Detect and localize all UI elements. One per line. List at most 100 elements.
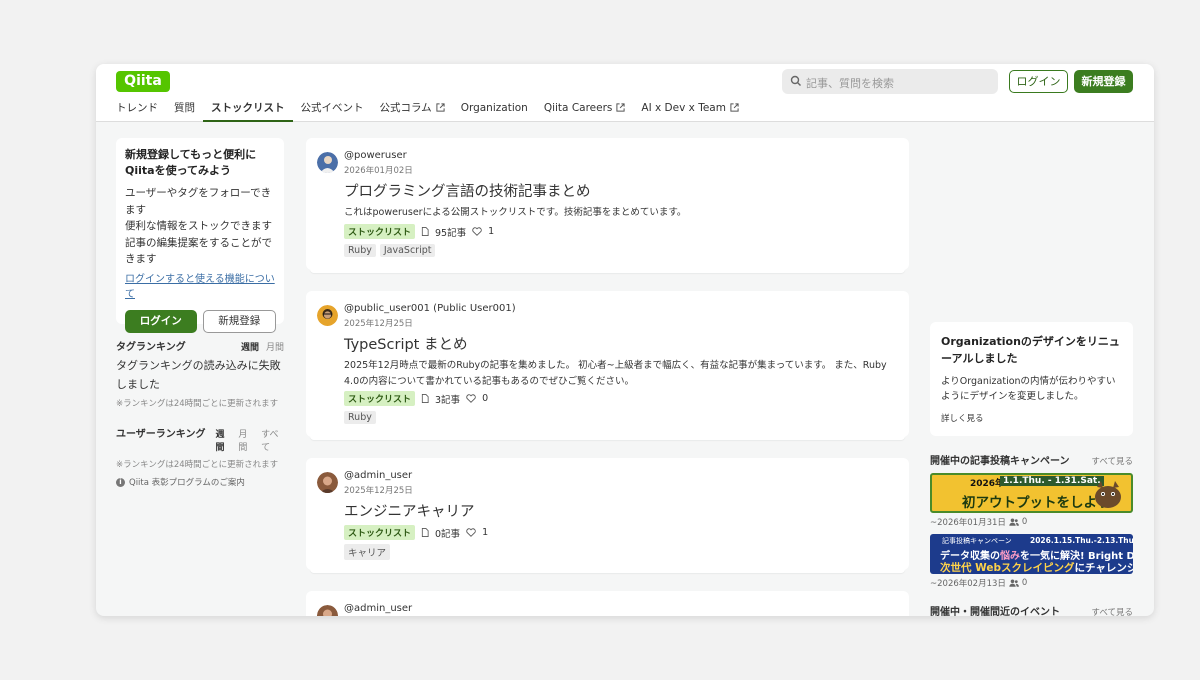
tag-ranking-error: タグランキングの読み込みに失敗しました [116, 359, 281, 391]
info-icon: i [116, 477, 125, 487]
card-description: これはpoweruserによる公開ストックリストです。技術記事をまとめています。 [344, 207, 687, 218]
tag-chip[interactable]: JavaScript [379, 244, 436, 257]
qiita-logo[interactable]: Qiita [116, 71, 170, 92]
right-sidebar: Organizationのデザインをリニューアルしました よりOrganizat… [930, 322, 1133, 616]
card-title[interactable]: TypeScript まとめ [344, 333, 467, 354]
card-meta: ストックリスト 0記事 1 [344, 525, 488, 540]
campaign-title: 開催中の記事投稿キャンペーン [930, 456, 1070, 467]
user-ranking-tab-all[interactable]: すべて [261, 427, 284, 453]
tag-chip[interactable]: キャリア [344, 544, 391, 560]
organization-announcement[interactable]: Organizationのデザインをリニューアルしました よりOrganizat… [930, 322, 1133, 436]
card-meta: ストックリスト 3記事 0 [344, 391, 488, 406]
card-stack-edge [310, 569, 905, 573]
user-ranking-note: ※ランキングは24時間ごとに更新されます [116, 460, 279, 470]
nav-questions[interactable]: 質問 [174, 101, 195, 122]
signup-button[interactable]: 新規登録 [1074, 70, 1133, 93]
stocklist-card[interactable]: @admin_user 2025年12月25日 エンジニアキャリア ストックリス… [306, 458, 909, 573]
article-count: 3記事 [435, 394, 461, 406]
stocklist-badge: ストックリスト [344, 525, 416, 540]
nav-qiita-careers[interactable]: Qiita Careers [544, 101, 626, 122]
banner-line-2c: にチャレンジ [1074, 562, 1133, 574]
stocklist-card[interactable]: @poweruser 2026年01月02日 プログラミング言語の技術記事まとめ… [306, 138, 909, 273]
external-link-icon [616, 103, 625, 112]
left-sidebar: 新規登録してもっと便利にQiitaを使ってみよう ユーザーやタグをフォローできま… [116, 138, 284, 488]
like-count: 0 [482, 393, 489, 404]
external-link-icon [436, 103, 445, 112]
nav-stocklists[interactable]: ストックリスト [203, 101, 293, 122]
nav-organization-label: Organization [460, 102, 528, 114]
events-see-all[interactable]: すべて見る [1091, 606, 1133, 616]
card-tags: Ruby [344, 411, 376, 424]
campaign-banner-first-output[interactable]: 2026年! 1.1.Thu. - 1.31.Sat. 初アウトプットをしよう [930, 473, 1133, 513]
nav-organization[interactable]: Organization [461, 101, 528, 122]
search-input[interactable]: 記事、質問を検索 [782, 69, 998, 94]
document-icon [421, 528, 429, 537]
user-avatar[interactable] [317, 472, 338, 493]
events-header: 開催中・開催間近のイベント すべて見る [930, 603, 1133, 616]
campaign-banner-bright-data[interactable]: 記事投稿キャンペーン 2026.1.15.Thu.-2.13.Thu. データ収… [930, 534, 1133, 574]
nav-official-events-label: 公式イベント [300, 102, 364, 114]
card-title[interactable]: エンジニアキャリア [344, 500, 475, 521]
tag-chip[interactable]: Ruby [344, 411, 376, 424]
benefit-edit: 記事の編集提案をすることができます [125, 236, 272, 266]
campaign-participants: 0 [1021, 517, 1028, 527]
card-username[interactable]: @admin_user [344, 470, 412, 481]
user-avatar[interactable] [317, 305, 338, 326]
nav-official-column[interactable]: 公式コラム [380, 101, 445, 122]
org-announcement-link[interactable]: 詳しく見る [941, 412, 1122, 424]
benefit-stock: 便利な情報をストックできます [125, 220, 272, 232]
sidebar-login-button[interactable]: ログイン [125, 309, 197, 333]
org-announcement-title: Organizationのデザインをリニューアルしました [941, 335, 1120, 365]
mascot-illustration [1095, 481, 1121, 508]
nav-trend[interactable]: トレンド [116, 101, 158, 122]
banner-dates: 2026.1.15.Thu.-2.13.Thu. [1030, 536, 1133, 545]
signup-card-body: ユーザーやタグをフォローできます 便利な情報をストックできます 記事の編集提案を… [125, 185, 276, 268]
tag-chip[interactable]: Ruby [344, 244, 376, 257]
user-avatar[interactable] [317, 152, 338, 173]
tag-ranking-tab-month[interactable]: 月間 [266, 340, 284, 353]
nav-trend-label: トレンド [116, 102, 158, 114]
tag-ranking-header: タグランキング 週間 月間 [116, 338, 284, 353]
people-icon [1009, 579, 1019, 587]
article-count: 0記事 [435, 528, 461, 540]
tag-ranking-tab-week[interactable]: 週間 [241, 340, 259, 353]
login-features-link[interactable]: ログインすると使える機能について [125, 270, 276, 300]
tag-ranking-note: ※ランキングは24時間ごとに更新されます [116, 399, 279, 409]
banner-small-label: 記事投稿キャンペーン [942, 537, 1012, 545]
browser-window: Qiita 記事、質問を検索 ログイン 新規登録 トレンド 質問 ストックリスト… [96, 64, 1154, 616]
heart-icon [466, 394, 476, 403]
card-username[interactable]: @public_user001 (Public User001) [344, 303, 516, 314]
like-count: 1 [482, 527, 489, 538]
signup-card: 新規登録してもっと便利にQiitaを使ってみよう ユーザーやタグをフォローできま… [116, 138, 284, 333]
signup-card-title: 新規登録してもっと便利にQiitaを使ってみよう [125, 148, 257, 177]
heart-icon [466, 528, 476, 537]
campaign-see-all[interactable]: すべて見る [1091, 455, 1133, 467]
banner-line-2a: 次世代 [940, 562, 976, 574]
user-ranking-tab-month[interactable]: 月間 [238, 427, 254, 453]
card-title[interactable]: プログラミング言語の技術記事まとめ [344, 180, 591, 201]
nav-official-column-label: 公式コラム [379, 102, 432, 114]
nav-qiita-careers-label: Qiita Careers [543, 102, 613, 114]
banner-line-2b: Webスクレイピング [975, 562, 1075, 574]
stocklist-card[interactable]: @admin_user [306, 591, 909, 616]
login-button[interactable]: ログイン [1009, 70, 1068, 93]
stocklist-badge: ストックリスト [344, 391, 416, 406]
award-program-link[interactable]: i Qiita 表彰プログラムのご案内 [116, 476, 284, 488]
nav-stocklists-label: ストックリスト [211, 102, 285, 114]
card-stack-edge [310, 269, 905, 273]
campaign-participants: 0 [1021, 578, 1028, 588]
card-username[interactable]: @poweruser [344, 150, 407, 161]
stocklist-card[interactable]: @public_user001 (Public User001) 2025年12… [306, 291, 909, 440]
user-ranking-header: ユーザーランキング 週間 月間 すべて [116, 425, 284, 453]
events-title: 開催中・開催間近のイベント [930, 607, 1060, 616]
nav-official-events[interactable]: 公式イベント [301, 101, 364, 122]
external-link-icon [730, 103, 739, 112]
user-ranking-tab-week[interactable]: 週間 [216, 427, 232, 453]
card-username[interactable]: @admin_user [344, 603, 412, 614]
sidebar-signup-button[interactable]: 新規登録 [202, 309, 276, 333]
nav-questions-label: 質問 [174, 102, 195, 114]
nav-ai-dev-team[interactable]: AI x Dev x Team [641, 101, 739, 122]
user-ranking-title: ユーザーランキング [116, 429, 206, 440]
card-date: 2025年12月25日 [344, 319, 413, 329]
user-avatar[interactable] [317, 605, 338, 616]
